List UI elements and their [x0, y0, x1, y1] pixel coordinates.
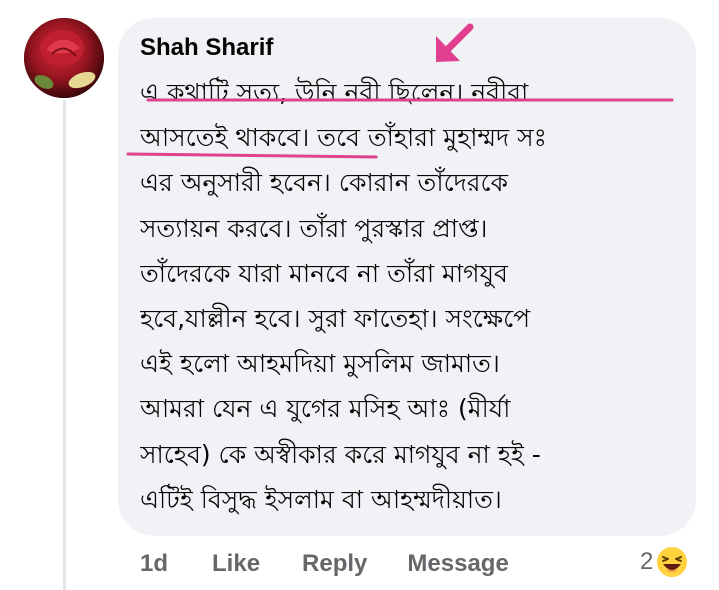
- like-button[interactable]: Like: [212, 550, 260, 578]
- comment-timestamp[interactable]: 1d: [140, 550, 168, 578]
- comment-line: হবে,যাল্লীন হবে। সুরা ফাতেহা। সংক্ষেপে: [140, 303, 531, 333]
- comment-line: এটিই বিসুদ্ধ ইসলাম বা আহম্মদীয়াত।: [140, 484, 502, 514]
- reaction-count: 2: [640, 548, 654, 575]
- comment-line: তাঁদেরকে যারা মানবে না তাঁরা মাগযুব: [140, 258, 508, 288]
- avatar[interactable]: [24, 18, 104, 98]
- comment-bubble: Shah Sharif এ কথাটি সত্য, উনি নবী ছিলেন।…: [118, 18, 696, 536]
- rose-photo: [24, 18, 104, 98]
- reaction-summary[interactable]: 2: [640, 542, 690, 582]
- comment-line: সাহেব) কে অস্বীকার করে মাগযুব না হই -: [140, 439, 541, 469]
- comment-author[interactable]: Shah Sharif: [140, 34, 273, 62]
- comment-actions: 1d Like Reply Message: [140, 546, 509, 582]
- reply-button[interactable]: Reply: [302, 550, 367, 578]
- comment-line: সত্যায়ন করবে। তাঁরা পুরস্কার প্রাপ্ত।: [140, 213, 488, 243]
- laughing-emoji-icon: [655, 545, 690, 579]
- comment-line: এই হলো আহমদিয়া মুসলিম জামাত।: [140, 349, 500, 379]
- comment-line: এ কথাটি সত্য, উনি নবী ছিলেন। নবীরা: [140, 78, 529, 107]
- comment-text: এ কথাটি সত্য, উনি নবী ছিলেন। নবীরা আসতেই…: [140, 70, 688, 522]
- comment-line: আসতেই থাকবে। তবে তাঁহারা মুহাম্মদ সঃ: [140, 123, 547, 153]
- message-button[interactable]: Message: [407, 550, 508, 578]
- comment-line: এর অনুসারী হবেন। কোরান তাঁদেরকে: [140, 168, 509, 198]
- comment-line: আমরা যেন এ যুগের মসিহ আঃ (মীর্যা: [140, 394, 511, 424]
- thread-connector-line: [63, 100, 66, 590]
